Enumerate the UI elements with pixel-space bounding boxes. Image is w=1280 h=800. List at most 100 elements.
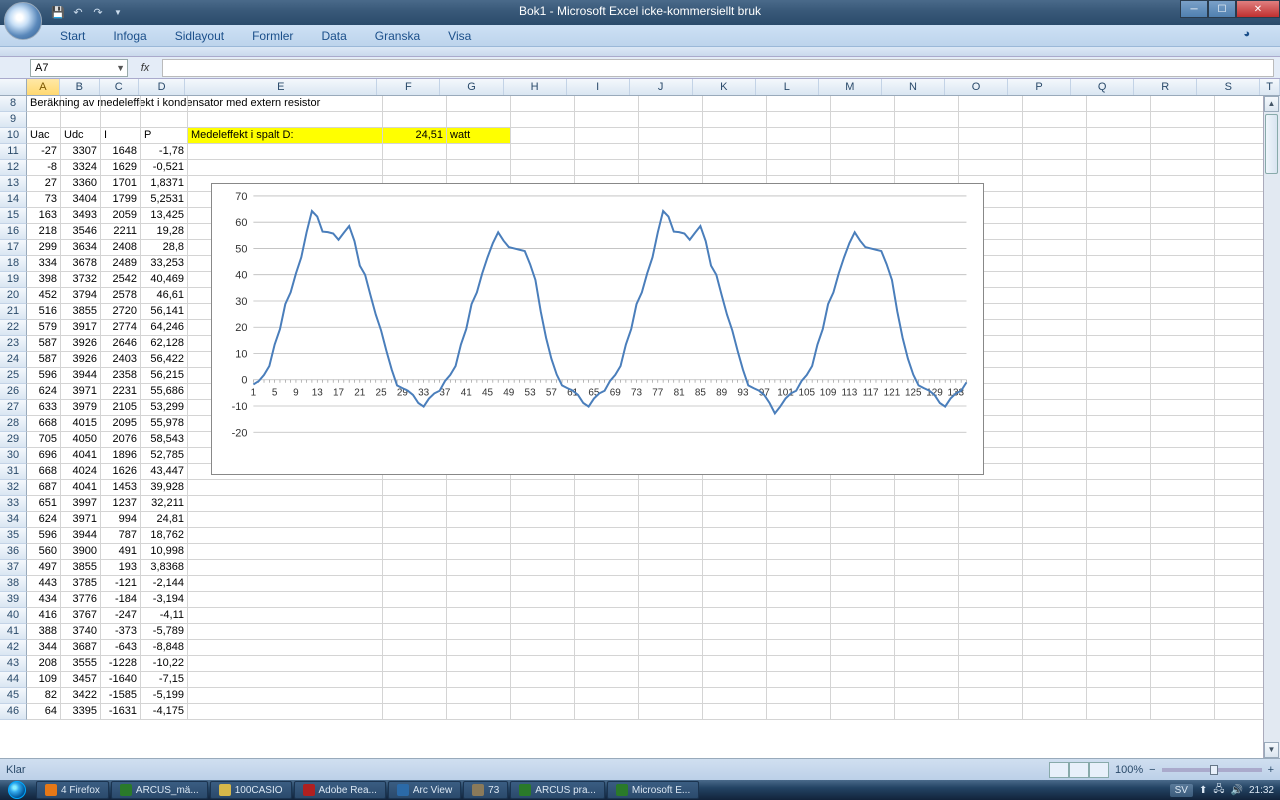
- cell[interactable]: -5,199: [141, 688, 188, 704]
- cell[interactable]: 1799: [101, 192, 141, 208]
- cell[interactable]: [703, 560, 767, 576]
- cell[interactable]: [831, 672, 895, 688]
- cell[interactable]: [895, 688, 959, 704]
- cell[interactable]: 3785: [61, 576, 101, 592]
- cell[interactable]: [1087, 336, 1151, 352]
- cell[interactable]: 3971: [61, 512, 101, 528]
- tab-visa[interactable]: Visa: [436, 26, 483, 46]
- cell[interactable]: [1087, 320, 1151, 336]
- cell[interactable]: [1087, 576, 1151, 592]
- cell[interactable]: [1151, 336, 1215, 352]
- row-header[interactable]: 26: [0, 384, 27, 400]
- cell[interactable]: 109: [27, 672, 61, 688]
- row-header[interactable]: 14: [0, 192, 27, 208]
- cell[interactable]: [1023, 368, 1087, 384]
- cell[interactable]: [1023, 96, 1087, 112]
- cell[interactable]: [188, 704, 383, 720]
- col-header-H[interactable]: H: [504, 79, 567, 95]
- cell[interactable]: 64: [27, 704, 61, 720]
- cell[interactable]: [188, 640, 383, 656]
- cell[interactable]: [1087, 352, 1151, 368]
- cell[interactable]: 3740: [61, 624, 101, 640]
- tray-icon[interactable]: ⬆: [1199, 785, 1207, 796]
- cell[interactable]: [895, 672, 959, 688]
- cell[interactable]: [703, 624, 767, 640]
- vertical-scrollbar[interactable]: ▲ ▼: [1263, 96, 1280, 758]
- cell[interactable]: [703, 528, 767, 544]
- row-header[interactable]: 8: [0, 96, 27, 112]
- cell[interactable]: [511, 608, 575, 624]
- cell[interactable]: 633: [27, 400, 61, 416]
- cell[interactable]: [959, 656, 1023, 672]
- cell[interactable]: [511, 576, 575, 592]
- start-button[interactable]: [0, 780, 34, 800]
- maximize-button[interactable]: ☐: [1208, 0, 1236, 18]
- cell[interactable]: [1023, 336, 1087, 352]
- cell[interactable]: [61, 96, 101, 112]
- cell[interactable]: [1023, 240, 1087, 256]
- cell[interactable]: [383, 656, 447, 672]
- cell[interactable]: [639, 544, 703, 560]
- cell[interactable]: [703, 672, 767, 688]
- cell[interactable]: [1023, 112, 1087, 128]
- cell[interactable]: [1023, 320, 1087, 336]
- cell[interactable]: [188, 112, 383, 128]
- cell[interactable]: [383, 592, 447, 608]
- cell[interactable]: 5,2531: [141, 192, 188, 208]
- cell[interactable]: [639, 624, 703, 640]
- row-header[interactable]: 37: [0, 560, 27, 576]
- row-header[interactable]: 35: [0, 528, 27, 544]
- cell[interactable]: [188, 592, 383, 608]
- cell[interactable]: 696: [27, 448, 61, 464]
- cell[interactable]: [895, 704, 959, 720]
- cell[interactable]: [1023, 128, 1087, 144]
- cell[interactable]: [1087, 496, 1151, 512]
- cell[interactable]: [959, 480, 1023, 496]
- taskbar-item[interactable]: Arc View: [388, 781, 461, 799]
- cell[interactable]: [1023, 512, 1087, 528]
- cell[interactable]: [447, 144, 511, 160]
- col-header-L[interactable]: L: [756, 79, 819, 95]
- cell[interactable]: [1023, 208, 1087, 224]
- cell[interactable]: 787: [101, 528, 141, 544]
- cell[interactable]: [959, 144, 1023, 160]
- cell[interactable]: [831, 144, 895, 160]
- cell[interactable]: [1023, 480, 1087, 496]
- cell[interactable]: [1151, 624, 1215, 640]
- cell[interactable]: [1087, 288, 1151, 304]
- cell[interactable]: 3687: [61, 640, 101, 656]
- cell[interactable]: 596: [27, 528, 61, 544]
- cell[interactable]: -5,789: [141, 624, 188, 640]
- cell[interactable]: -4,11: [141, 608, 188, 624]
- cell[interactable]: [447, 528, 511, 544]
- cell[interactable]: [511, 624, 575, 640]
- tab-granska[interactable]: Granska: [363, 26, 432, 46]
- cell[interactable]: [188, 496, 383, 512]
- scroll-up-icon[interactable]: ▲: [1264, 96, 1279, 112]
- cell[interactable]: [511, 640, 575, 656]
- cell[interactable]: [1023, 544, 1087, 560]
- cell[interactable]: [831, 576, 895, 592]
- cell[interactable]: -7,15: [141, 672, 188, 688]
- cell[interactable]: [1151, 192, 1215, 208]
- cell[interactable]: [1023, 416, 1087, 432]
- cell[interactable]: 1453: [101, 480, 141, 496]
- cell[interactable]: [575, 480, 639, 496]
- cell[interactable]: [639, 688, 703, 704]
- cell[interactable]: 3997: [61, 496, 101, 512]
- view-normal-button[interactable]: [1049, 762, 1069, 778]
- cell[interactable]: [447, 624, 511, 640]
- cell[interactable]: [511, 112, 575, 128]
- cell[interactable]: 416: [27, 608, 61, 624]
- cell[interactable]: 33,253: [141, 256, 188, 272]
- cell[interactable]: -8,848: [141, 640, 188, 656]
- cell[interactable]: [703, 160, 767, 176]
- cell[interactable]: 334: [27, 256, 61, 272]
- cell[interactable]: [639, 640, 703, 656]
- cell[interactable]: [1087, 624, 1151, 640]
- row-header[interactable]: 21: [0, 304, 27, 320]
- cell[interactable]: [575, 528, 639, 544]
- cell[interactable]: [1023, 528, 1087, 544]
- cell[interactable]: 56,422: [141, 352, 188, 368]
- cell[interactable]: [101, 96, 141, 112]
